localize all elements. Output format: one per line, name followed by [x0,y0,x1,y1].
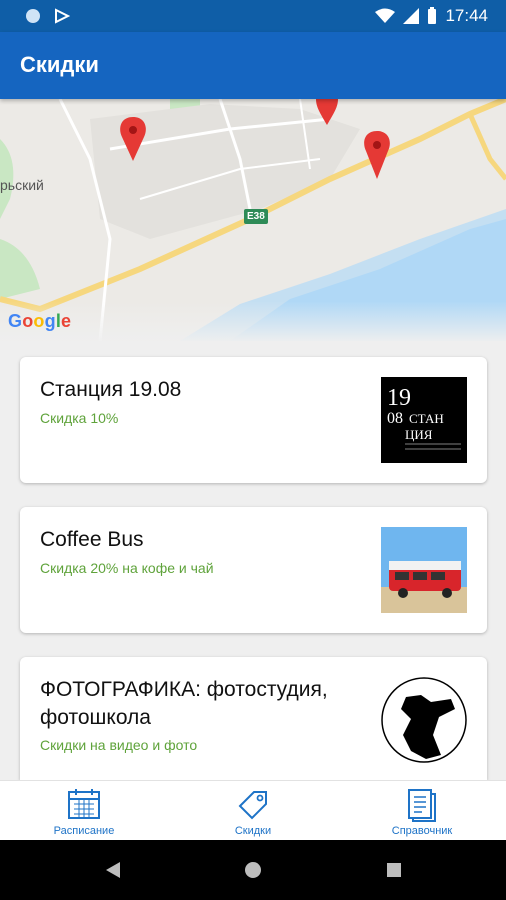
nav-item-directory[interactable]: Справочник [338,781,506,841]
home-icon[interactable] [244,861,262,879]
status-time: 17:44 [445,6,488,25]
tag-icon [238,791,267,820]
notification-icon [26,9,40,23]
app-bar: Скидки [0,32,506,99]
recents-icon[interactable] [386,862,402,878]
svg-text:ЦИЯ: ЦИЯ [405,427,433,442]
nav-label: Скидки [234,825,272,837]
discount-card[interactable]: Станция 19.08 Скидка 10% 19 08 СТАН ЦИЯ [20,357,487,483]
document-icon [408,789,436,822]
bottom-navigation: Расписание Скидки Справочник [0,780,506,841]
road-badge: E38 [244,209,268,224]
map-fade [0,301,506,341]
stantsiya-logo: 19 08 СТАН ЦИЯ [381,377,467,463]
svg-text:19: 19 [387,385,411,411]
coffee-bus-image [381,527,467,613]
nav-label: Расписание [53,825,115,837]
card-subtitle: Скидки на видео и фото [40,737,198,753]
card-title: Станция 19.08 [40,378,182,401]
calendar-icon [68,789,100,819]
signal-icon [403,8,420,24]
page-title: Скидки [20,52,99,77]
nav-item-discounts[interactable]: Скидки [169,781,337,841]
fotografika-logo [381,677,467,763]
wifi-icon [375,8,396,23]
map[interactable]: рьский E38 Google [0,99,506,341]
back-icon[interactable] [104,861,122,879]
nav-item-schedule[interactable]: Расписание [0,781,168,841]
discount-card[interactable]: Coffee Bus Скидка 20% на кофе и чай [20,507,487,633]
battery-icon [428,7,437,24]
map-place-label: рьский [0,177,44,193]
nav-label: Справочник [391,825,453,837]
card-subtitle: Скидка 20% на кофе и чай [40,560,214,576]
svg-text:СТАН: СТАН [409,411,444,426]
google-logo: Google [8,311,72,331]
discount-card[interactable]: ФОТОГРАФИКА: фотостудия, фотошкола Скидк… [20,657,487,780]
card-subtitle: Скидка 10% [40,410,119,426]
card-title: ФОТОГРАФИКА: фотостудия, фотошкола [40,678,328,729]
app-notification-icon [55,8,70,24]
card-title: Coffee Bus [40,528,144,551]
svg-text:08: 08 [387,410,403,427]
system-navigation-bar [0,840,506,900]
status-bar: 17:44 [0,0,506,32]
